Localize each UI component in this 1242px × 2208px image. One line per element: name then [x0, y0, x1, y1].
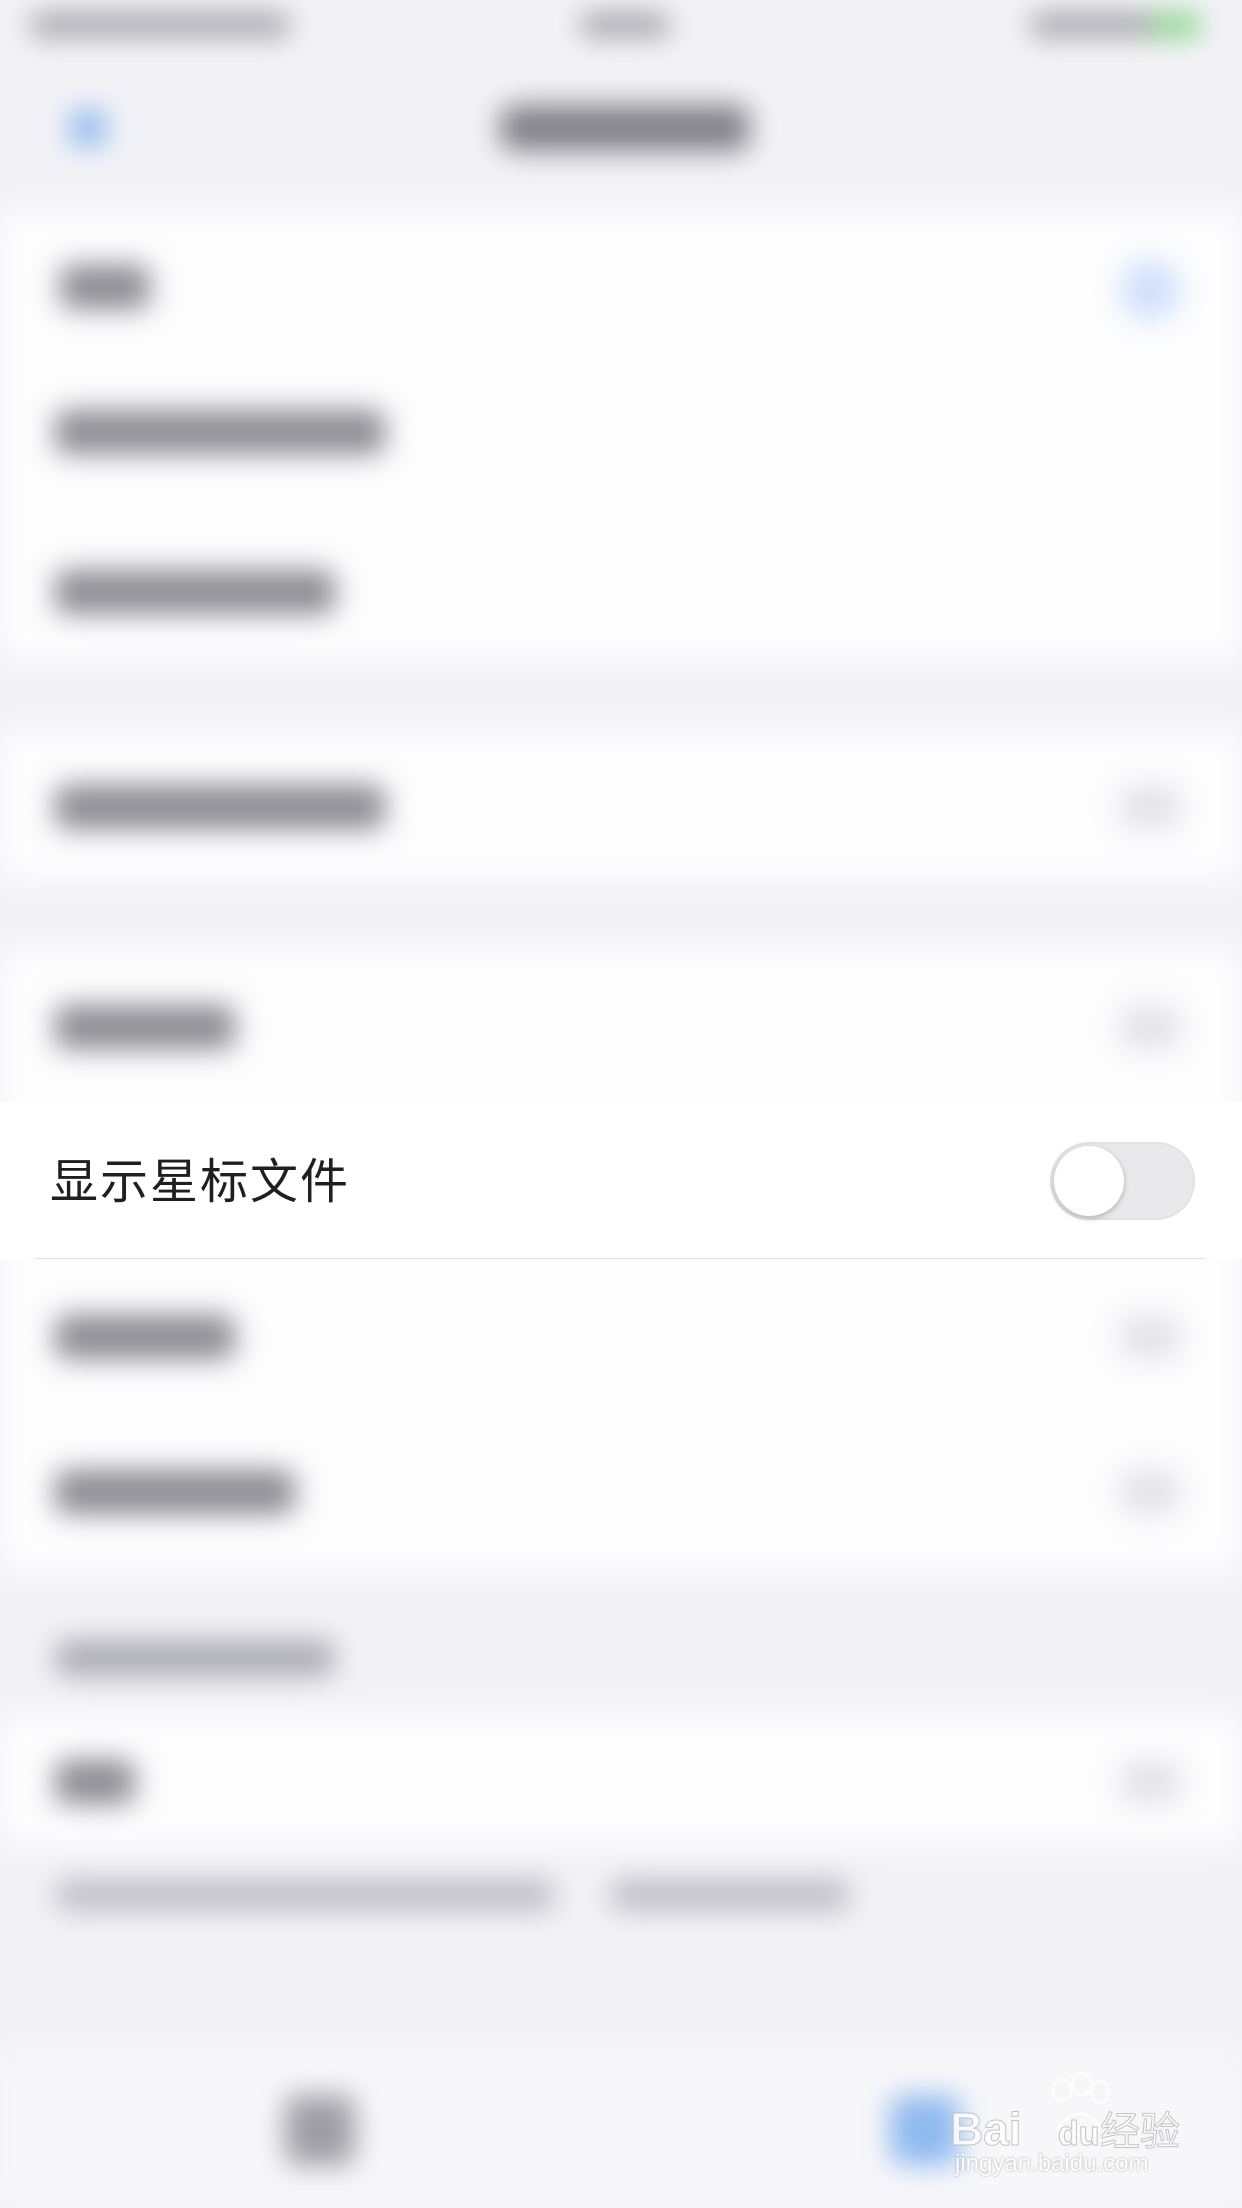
show-starred-files-toggle[interactable]	[1050, 1142, 1195, 1220]
row-accessory-blur	[1120, 260, 1180, 320]
row-label-blur	[55, 785, 385, 829]
row-label-blur	[60, 265, 150, 309]
status-carrier-blur	[30, 14, 290, 36]
row-bottom-separator	[35, 1258, 1205, 1259]
nav-title-blur	[500, 105, 750, 151]
battery-icon	[1150, 14, 1200, 36]
settings-group-3	[0, 950, 1242, 1570]
chevron-icon	[1120, 1315, 1180, 1359]
back-icon	[70, 110, 106, 146]
toggle-knob[interactable]	[1054, 1146, 1124, 1216]
show-starred-files-row[interactable]: 显示星标文件	[0, 1102, 1242, 1259]
settings-group-4	[0, 1715, 1242, 1845]
row-label-blur	[55, 1760, 135, 1804]
chevron-icon	[1120, 1760, 1180, 1804]
watermark-brand-tail: du	[1058, 2115, 1100, 2153]
status-time-blur	[580, 14, 670, 36]
tab-icon-blur	[285, 2095, 355, 2165]
chevron-icon	[1120, 1005, 1180, 1049]
watermark-url: jingyan.baidu.com	[955, 2150, 1149, 2177]
status-bar	[0, 0, 1242, 60]
chevron-icon	[1120, 1470, 1180, 1514]
watermark-brand: Bai	[950, 2103, 1022, 2155]
baidu-logo: Bai du 经验	[950, 2071, 1181, 2156]
settings-group-1	[0, 210, 1242, 660]
footer-note-blur	[55, 1880, 555, 1910]
row-label-blur	[55, 1315, 235, 1359]
footer-note-blur	[610, 1880, 850, 1910]
watermark-product: 经验	[1100, 2110, 1180, 2154]
chevron-icon	[1120, 785, 1180, 829]
settings-group-2	[0, 730, 1242, 880]
section-header-blur	[55, 1640, 335, 1676]
show-starred-files-label: 显示星标文件	[50, 1154, 351, 1210]
row-label-blur	[55, 1005, 235, 1049]
row-label-blur	[55, 1470, 295, 1514]
row-label-blur	[55, 570, 335, 614]
row-label-blur	[55, 410, 385, 454]
